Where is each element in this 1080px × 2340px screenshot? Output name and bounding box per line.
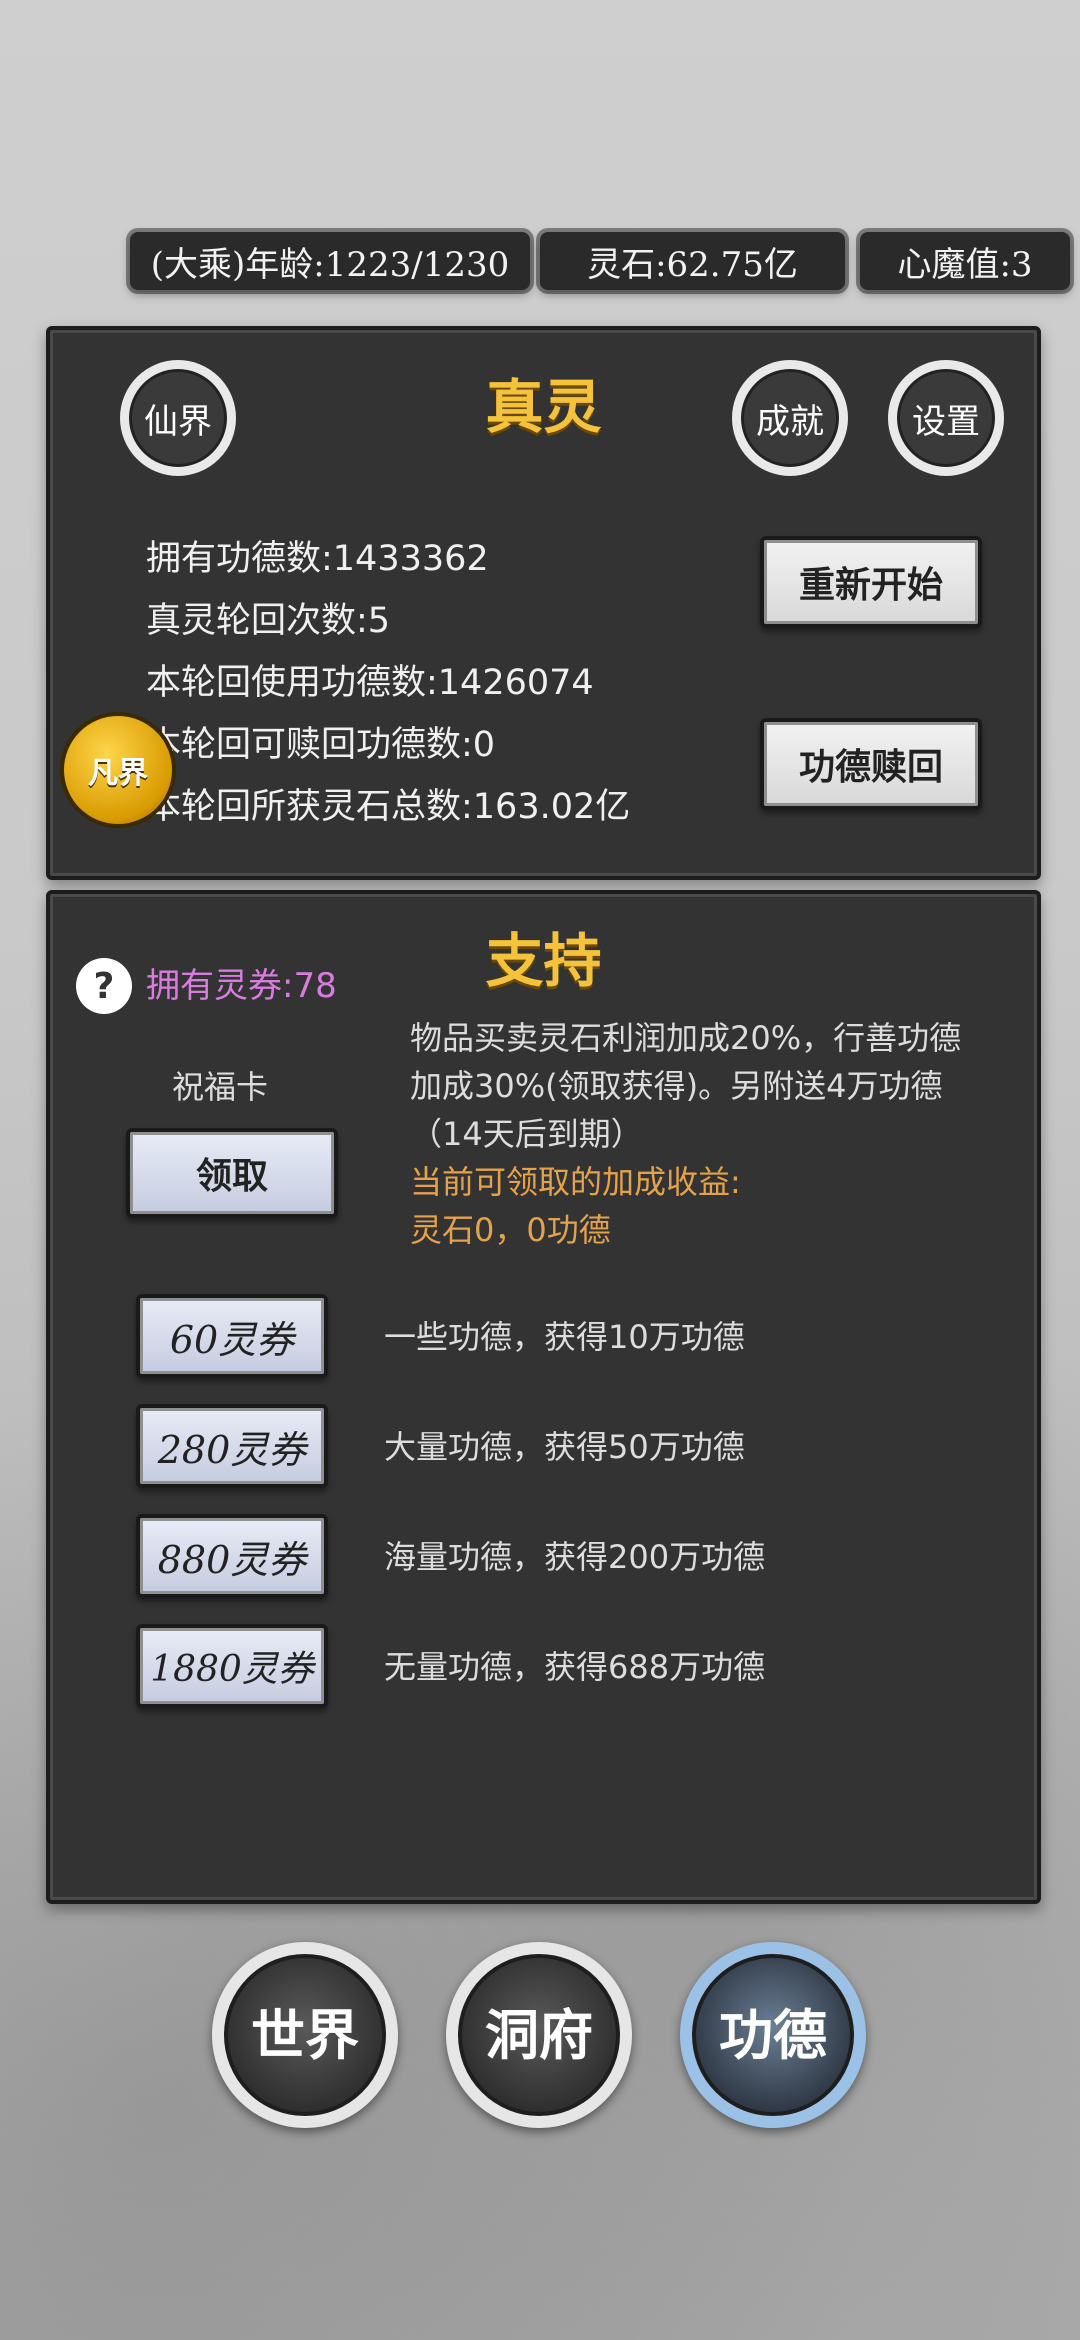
description-text: 物品买卖灵石利润加成20%，行善功德加成30%(领取获得)。另附送4万功德（14… — [410, 1019, 962, 1153]
claim-button[interactable]: 领取 — [126, 1128, 338, 1218]
true-spirit-panel: 真灵 仙界 成就 设置 拥有功德数:1433362 真灵轮回次数:5 本轮回使用… — [46, 326, 1041, 880]
current-bonus-title: 当前可领取的加成收益: — [410, 1163, 741, 1201]
blessing-card-label: 祝福卡 — [172, 1068, 269, 1106]
coupons-owned: 拥有灵券:78 — [146, 966, 337, 1006]
buy-60-label: 60灵券 — [169, 1317, 295, 1362]
cave-nav-button[interactable]: 洞府 — [446, 1942, 632, 2128]
buy-60-desc: 一些功德，获得10万功德 — [384, 1318, 745, 1356]
spirit-stone-status: 灵石:62.75亿 — [540, 232, 845, 290]
claim-label: 领取 — [195, 1155, 268, 1197]
blessing-card-description: 物品买卖灵石利润加成20%，行善功德加成30%(领取获得)。另附送4万功德（14… — [410, 1014, 970, 1254]
world-nav-button[interactable]: 世界 — [212, 1942, 398, 2128]
spirit-stone-text: 灵石:62.75亿 — [587, 244, 798, 285]
buy-60-button[interactable]: 60灵券 — [136, 1294, 328, 1378]
buy-880-label: 880灵券 — [157, 1537, 307, 1582]
merit-owned: 拥有功德数:1433362 — [146, 539, 489, 579]
settings-button[interactable]: 设置 — [888, 360, 1004, 476]
buy-280-desc: 大量功德，获得50万功德 — [384, 1428, 745, 1466]
buy-880-button[interactable]: 880灵券 — [136, 1514, 328, 1598]
achievement-button[interactable]: 成就 — [732, 360, 848, 476]
merit-nav-label: 功德 — [719, 2003, 827, 2067]
heart-demon-text: 心魔值:3 — [897, 244, 1033, 285]
settings-label: 设置 — [912, 401, 980, 442]
merit-nav-button[interactable]: 功德 — [680, 1942, 866, 2128]
age-status: (大乘)年龄:1223/1230 — [130, 232, 530, 290]
redeem-button[interactable]: 功德赎回 — [760, 718, 982, 810]
reincarnation-count: 真灵轮回次数:5 — [146, 601, 391, 641]
help-glyph: ? — [93, 965, 115, 1007]
buy-1880-desc: 无量功德，获得688万功德 — [384, 1648, 766, 1686]
buy-880-desc: 海量功德，获得200万功德 — [384, 1538, 766, 1576]
support-panel: 支持 ? 拥有灵券:78 祝福卡 领取 物品买卖灵石利润加成20%，行善功德加成… — [46, 890, 1041, 1904]
achievement-label: 成就 — [756, 401, 824, 442]
merit-used: 本轮回使用功德数:1426074 — [146, 663, 594, 703]
heart-demon-status: 心魔值:3 — [860, 232, 1070, 290]
age-text: (大乘)年龄:1223/1230 — [150, 244, 510, 285]
mortal-realm-badge[interactable]: 凡界 — [64, 716, 172, 824]
immortal-realm-label: 仙界 — [144, 401, 212, 442]
world-nav-label: 世界 — [251, 2003, 359, 2067]
buy-1880-button[interactable]: 1880灵券 — [136, 1624, 328, 1708]
current-bonus-value: 灵石0，0功德 — [410, 1211, 611, 1249]
cave-nav-label: 洞府 — [485, 2003, 593, 2067]
merit-redeemable: 本轮回可赎回功德数:0 — [146, 725, 496, 765]
buy-280-button[interactable]: 280灵券 — [136, 1404, 328, 1488]
restart-button[interactable]: 重新开始 — [760, 536, 982, 628]
stone-total: 本轮回所获灵石总数:163.02亿 — [146, 787, 631, 827]
redeem-label: 功德赎回 — [798, 746, 943, 788]
mortal-realm-label: 凡界 — [88, 756, 148, 791]
restart-label: 重新开始 — [798, 564, 943, 606]
buy-280-label: 280灵券 — [157, 1427, 307, 1472]
buy-1880-label: 1880灵券 — [150, 1649, 314, 1690]
help-icon[interactable]: ? — [76, 958, 132, 1014]
immortal-realm-button[interactable]: 仙界 — [120, 360, 236, 476]
